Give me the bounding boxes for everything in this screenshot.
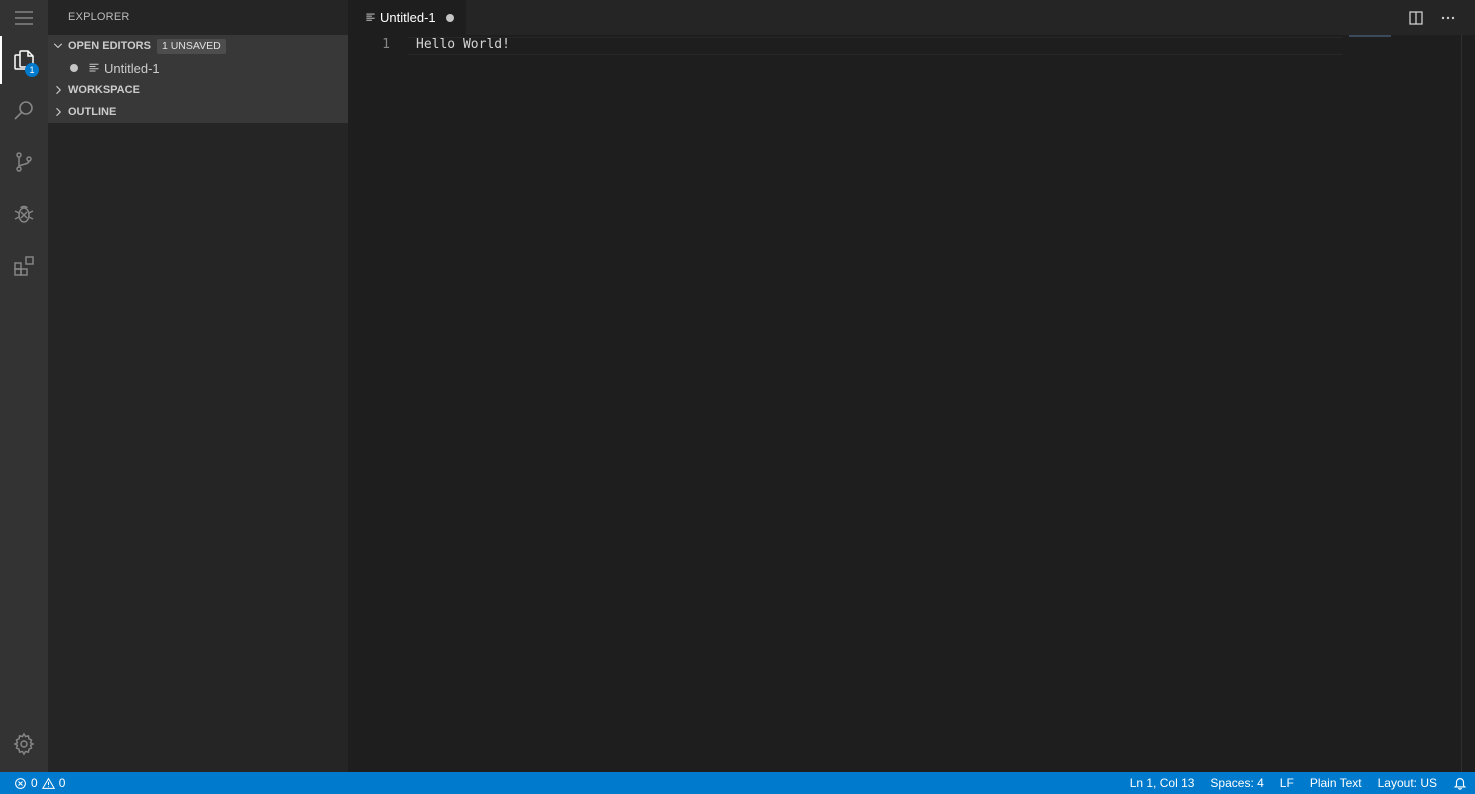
keyboard-layout[interactable]: Layout: US xyxy=(1370,776,1445,790)
notifications-button[interactable] xyxy=(1445,776,1475,790)
explorer-badge: 1 xyxy=(25,63,39,77)
debug-button[interactable] xyxy=(0,190,48,238)
open-editors-label: OPEN EDITORS xyxy=(68,40,151,52)
workspace-header[interactable]: WORKSPACE xyxy=(48,79,348,101)
search-icon xyxy=(14,101,33,120)
minimap[interactable] xyxy=(1349,35,1391,37)
text-file-icon xyxy=(366,13,375,21)
vscode-window: 1 EXPLORER OPEN EDITORS 1 UNSAVED Untitl… xyxy=(0,0,1475,794)
editor-actions xyxy=(1407,0,1457,35)
text-file-icon xyxy=(89,63,99,72)
sidebar-title: EXPLORER xyxy=(68,11,130,23)
menu-icon xyxy=(15,11,33,25)
current-line-highlight xyxy=(408,37,1342,55)
tabs-bar: Untitled-1 xyxy=(348,0,1475,35)
chevron-right-icon xyxy=(48,106,68,118)
language-mode[interactable]: Plain Text xyxy=(1302,776,1370,790)
editor-area: Untitled-1 1 Hello World! xyxy=(348,0,1475,772)
bell-icon xyxy=(1453,778,1467,790)
split-editor-icon xyxy=(1409,10,1423,25)
source-control-button[interactable] xyxy=(0,138,48,186)
code-line[interactable]: Hello World! xyxy=(416,36,510,54)
open-editor-item[interactable]: Untitled-1 xyxy=(48,57,348,79)
search-button[interactable] xyxy=(0,86,48,134)
manage-button[interactable] xyxy=(0,720,48,768)
status-bar: 0 0 Ln 1, Col 13 Spaces: 4 LF Plain Text… xyxy=(0,772,1475,794)
extensions-icon xyxy=(14,256,34,276)
explorer-sidebar: EXPLORER OPEN EDITORS 1 UNSAVED Untitled… xyxy=(48,0,348,772)
warning-icon xyxy=(41,777,55,789)
tab-untitled-1[interactable]: Untitled-1 xyxy=(348,0,466,35)
unsaved-badge: 1 UNSAVED xyxy=(156,38,226,54)
outline-header[interactable]: OUTLINE xyxy=(48,101,348,123)
activity-bar: 1 xyxy=(0,0,48,772)
line-number: 1 xyxy=(382,37,390,52)
extensions-button[interactable] xyxy=(0,242,48,290)
outline-label: OUTLINE xyxy=(68,106,117,118)
indentation[interactable]: Spaces: 4 xyxy=(1202,776,1271,790)
cursor-position[interactable]: Ln 1, Col 13 xyxy=(1122,776,1203,790)
gear-icon xyxy=(13,732,35,756)
source-control-icon xyxy=(16,152,32,172)
end-of-line[interactable]: LF xyxy=(1272,776,1302,790)
open-editor-label: Untitled-1 xyxy=(104,60,160,76)
warning-count: 0 xyxy=(58,776,66,790)
tab-dirty-indicator-icon[interactable] xyxy=(445,13,454,22)
workspace-label: WORKSPACE xyxy=(68,84,140,96)
dirty-indicator-icon xyxy=(70,64,78,72)
explorer-button[interactable]: 1 xyxy=(0,36,48,84)
chevron-down-icon xyxy=(48,40,68,52)
problems-indicator[interactable]: 0 0 xyxy=(0,776,65,790)
text-editor[interactable]: 1 Hello World! xyxy=(348,35,1475,772)
menu-button[interactable] xyxy=(0,0,48,36)
split-editor-button[interactable] xyxy=(1407,9,1425,27)
error-count: 0 xyxy=(31,776,38,790)
debug-icon xyxy=(14,205,34,223)
chevron-right-icon xyxy=(48,84,68,96)
error-icon xyxy=(15,777,26,789)
status-right: Ln 1, Col 13 Spaces: 4 LF Plain Text Lay… xyxy=(1122,772,1475,794)
open-editors-header[interactable]: OPEN EDITORS 1 UNSAVED xyxy=(48,35,348,57)
ellipsis-icon xyxy=(1441,16,1455,19)
more-actions-button[interactable] xyxy=(1439,9,1457,27)
tab-label: Untitled-1 xyxy=(380,10,436,25)
vertical-scrollbar[interactable] xyxy=(1461,35,1462,772)
